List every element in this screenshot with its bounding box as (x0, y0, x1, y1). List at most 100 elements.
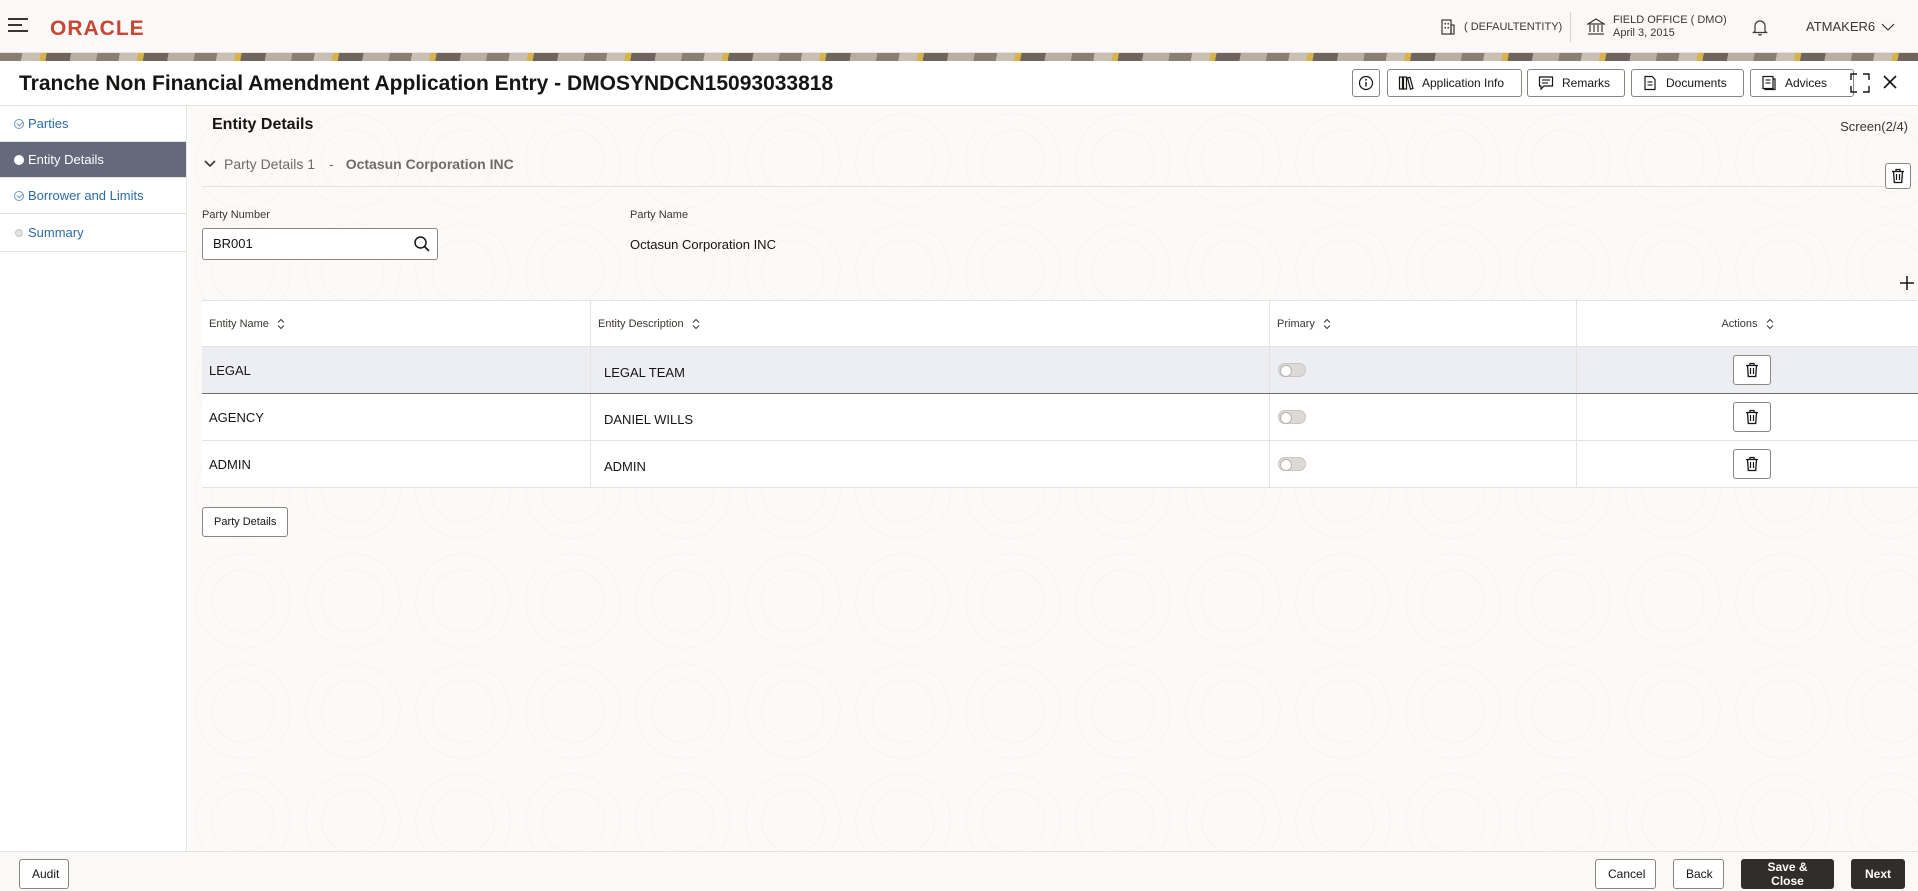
actions-cell (1577, 441, 1918, 487)
step-current-icon (14, 154, 24, 165)
bell-icon (1752, 19, 1768, 36)
page-title: Tranche Non Financial Amendment Applicat… (19, 72, 834, 95)
step-complete-icon (14, 190, 24, 201)
office-selector[interactable]: FIELD OFFICE ( DMO) April 3, 2015 (1587, 0, 1727, 53)
top-header: ORACLE ( DEFAULTENTITY) FIELD OFFICE ( D… (0, 0, 1918, 53)
party-number-label: Party Number (202, 209, 270, 221)
advices-label: Advices (1785, 76, 1828, 90)
nav-item-label: Borrower and Limits (28, 188, 144, 203)
notes-icon (1762, 75, 1776, 91)
add-entity-button[interactable] (1896, 272, 1918, 294)
header-divider (1570, 12, 1571, 42)
cancel-button[interactable]: Cancel (1595, 859, 1656, 889)
application-info-button[interactable]: Application Info (1387, 69, 1522, 97)
info-icon (1358, 75, 1374, 91)
entity-description-cell: DANIEL WILLS (591, 394, 1270, 440)
table-row[interactable]: LEGAL LEGAL TEAM (202, 347, 1918, 394)
primary-toggle[interactable] (1278, 457, 1306, 471)
maximize-icon[interactable] (1850, 73, 1870, 98)
section-title: Entity Details (212, 116, 314, 133)
column-header-primary[interactable]: Primary (1270, 301, 1577, 346)
party-details-separator: - (329, 156, 334, 172)
building-icon (1441, 18, 1455, 35)
notifications-button[interactable] (1752, 0, 1768, 53)
party-details-label: Party Details 1 (224, 156, 316, 172)
column-header-label: Entity Name (209, 317, 269, 330)
column-header-entity-description[interactable]: Entity Description (591, 301, 1270, 346)
delete-party-button[interactable] (1885, 163, 1911, 189)
party-name-value: Octasun Corporation INC (630, 237, 776, 252)
audit-button[interactable]: Audit (19, 859, 69, 889)
step-complete-icon (14, 118, 24, 129)
remarks-label: Remarks (1562, 76, 1611, 90)
trash-icon (1745, 362, 1758, 378)
entity-name-cell: ADMIN (202, 441, 591, 487)
column-header-label: Primary (1277, 317, 1315, 330)
info-button[interactable] (1352, 69, 1380, 97)
nav-item-borrower-and-limits[interactable]: Borrower and Limits (0, 178, 186, 214)
table-row[interactable]: AGENCY DANIEL WILLS (202, 394, 1918, 441)
close-icon[interactable] (1883, 75, 1897, 94)
primary-toggle[interactable] (1278, 410, 1306, 424)
step-pending-icon (15, 228, 23, 237)
advices-button[interactable]: Advices (1750, 69, 1854, 97)
sort-icon (277, 318, 285, 329)
nav-item-summary[interactable]: Summary (0, 214, 186, 252)
user-menu[interactable]: ATMAKER6 (1806, 0, 1895, 53)
save-and-close-button[interactable]: Save & Close (1741, 859, 1834, 889)
delete-row-button[interactable] (1732, 449, 1771, 479)
header-decorative-stripe (0, 53, 1918, 61)
party-name-label: Party Name (630, 209, 689, 221)
entity-name-cell: LEGAL (202, 347, 591, 393)
entity-selector[interactable]: ( DEFAULTENTITY) (1440, 0, 1562, 53)
plus-icon (1900, 276, 1914, 290)
actions-cell (1577, 394, 1918, 440)
sort-icon (1766, 318, 1773, 329)
entity-name-cell: AGENCY (202, 394, 591, 440)
delete-row-button[interactable] (1732, 402, 1771, 432)
nav-item-label: Entity Details (28, 152, 104, 167)
title-bar: Tranche Non Financial Amendment Applicat… (0, 61, 1918, 106)
documents-button[interactable]: Documents (1631, 69, 1744, 97)
entity-label: ( DEFAULTENTITY) (1464, 20, 1563, 33)
column-header-label: Entity Description (598, 317, 684, 330)
hamburger-menu-icon[interactable] (8, 18, 28, 34)
sort-icon (692, 318, 699, 329)
party-details-button[interactable]: Party Details (202, 507, 289, 537)
primary-cell (1270, 347, 1577, 393)
entity-description-cell: ADMIN (591, 441, 1270, 487)
main-content: Entity Details Screen(2/4) Party Details… (188, 106, 1918, 851)
search-icon[interactable] (413, 235, 431, 253)
table-header: Entity Name Entity Description Primary A… (202, 301, 1918, 347)
comment-icon (1538, 76, 1554, 91)
next-button[interactable]: Next (1851, 859, 1905, 889)
table-row[interactable]: ADMIN ADMIN (202, 441, 1918, 488)
bank-icon (1587, 17, 1605, 35)
party-number-input[interactable] (213, 236, 403, 251)
office-date: April 3, 2015 (1613, 26, 1675, 39)
party-number-field[interactable] (202, 228, 438, 260)
documents-label: Documents (1666, 76, 1727, 90)
party-details-name: Octasun Corporation INC (345, 156, 514, 172)
back-button[interactable]: Back (1673, 859, 1724, 889)
column-header-actions[interactable]: Actions (1577, 301, 1918, 346)
trash-icon (1745, 409, 1758, 425)
primary-cell (1270, 394, 1577, 440)
application-info-label: Application Info (1422, 76, 1505, 90)
actions-cell (1577, 347, 1918, 393)
remarks-button[interactable]: Remarks (1527, 69, 1625, 97)
step-navigation: Parties Entity Details Borrower and Limi… (0, 106, 187, 851)
primary-toggle[interactable] (1278, 363, 1306, 377)
delete-row-button[interactable] (1732, 355, 1771, 385)
column-header-entity-name[interactable]: Entity Name (202, 301, 591, 346)
screen-counter: Screen(2/4) (1840, 119, 1908, 134)
nav-item-label: Summary (28, 225, 84, 240)
section-divider (202, 186, 1906, 187)
entity-table: Entity Name Entity Description Primary A… (202, 300, 1918, 488)
nav-item-parties[interactable]: Parties (0, 106, 186, 142)
document-icon (1644, 75, 1656, 91)
oracle-logo: ORACLE (50, 17, 145, 40)
party-details-header[interactable]: Party Details 1 - Octasun Corporation IN… (204, 156, 514, 172)
nav-item-entity-details[interactable]: Entity Details (0, 142, 186, 178)
entity-description-cell: LEGAL TEAM (591, 347, 1270, 393)
